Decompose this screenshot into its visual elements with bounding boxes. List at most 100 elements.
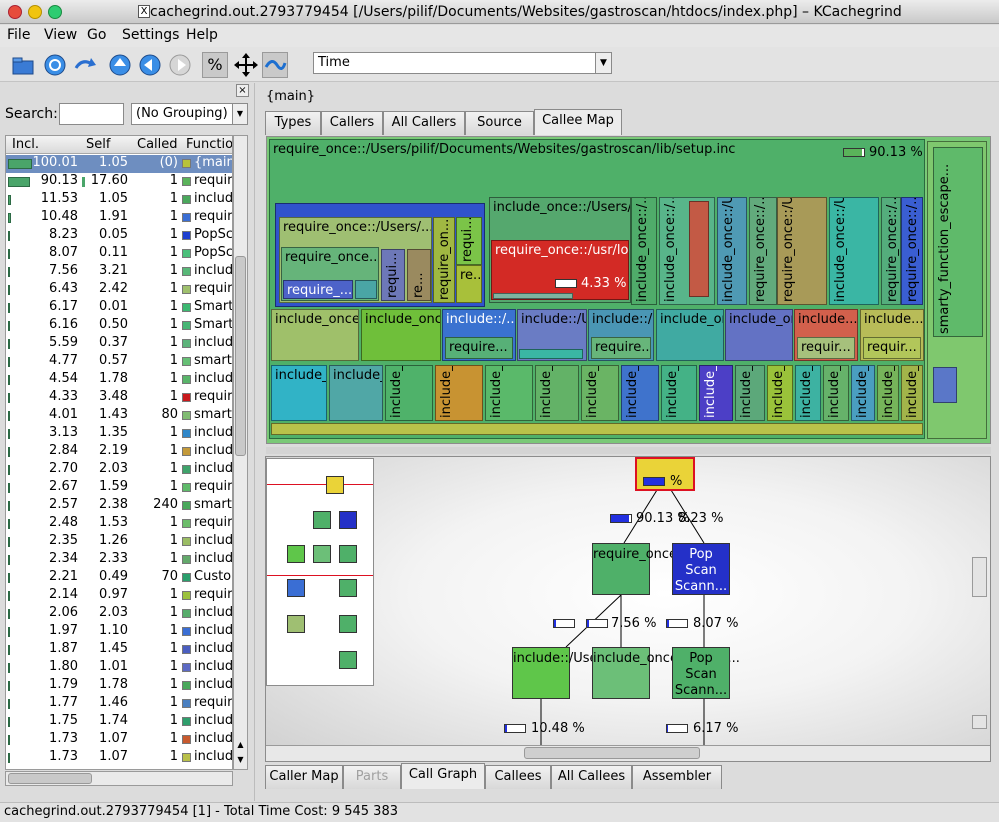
map-r2h-sub[interactable]: requir...: [797, 337, 855, 359]
graph-scroll-handle[interactable]: [972, 715, 987, 729]
callee-map[interactable]: require_once::/Users/pilif/Documents/Web…: [266, 136, 991, 444]
minimize-window-button[interactable]: [28, 5, 42, 19]
graph-vscroll[interactable]: [972, 557, 987, 597]
table-row[interactable]: 8.07 0.11 1 PopScan: [6, 245, 232, 263]
map-r3i[interactable]: include_: [661, 365, 697, 421]
map-r2a[interactable]: include_once::/Users/pilif/Documents...: [271, 309, 359, 361]
table-row[interactable]: 2.14 0.97 1 require_once: [6, 587, 232, 605]
map-r3f[interactable]: include_: [535, 365, 579, 421]
map-v7[interactable]: require_once::/...: [881, 197, 901, 305]
map-r3o[interactable]: include_: [851, 365, 875, 421]
tab-types[interactable]: Types: [265, 111, 321, 135]
map-block-require-blue[interactable]: require_...: [283, 280, 353, 299]
function-list-hscrollbar[interactable]: [5, 771, 233, 786]
col-self[interactable]: Self: [86, 137, 110, 152]
percent-icon[interactable]: %: [202, 52, 228, 78]
table-row[interactable]: 6.43 2.42 1 require_once: [6, 281, 232, 299]
map-r3n[interactable]: include_: [823, 365, 849, 421]
table-row[interactable]: 5.59 0.37 1 include_once: [6, 335, 232, 353]
map-block-require-on[interactable]: require_on...: [433, 217, 455, 303]
scroll-up-icon[interactable]: ▲: [234, 740, 247, 754]
table-row[interactable]: 2.06 2.03 1 include_once: [6, 605, 232, 623]
map-r3l[interactable]: include_: [767, 365, 793, 421]
map-block-req[interactable]: requi...: [456, 217, 482, 265]
zoom-window-button[interactable]: [48, 5, 62, 19]
scroll-thumb[interactable]: [8, 773, 92, 784]
menu-file[interactable]: File: [7, 27, 30, 43]
map-r2e-sub[interactable]: require...: [591, 337, 651, 359]
graph-hscroll[interactable]: [266, 745, 990, 761]
table-row[interactable]: 2.35 1.26 1 include_once: [6, 533, 232, 551]
map-r3a[interactable]: include_once::/Users/...: [271, 365, 327, 421]
table-row[interactable]: 1.75 1.74 1 include_once: [6, 713, 232, 731]
back-icon[interactable]: [138, 52, 164, 78]
map-r3k[interactable]: include_: [735, 365, 765, 421]
tab-callees[interactable]: Callees: [485, 765, 551, 789]
graph-overview[interactable]: [266, 458, 374, 686]
col-called[interactable]: Called: [137, 137, 178, 152]
tab-assembler[interactable]: Assembler: [632, 765, 722, 789]
map-r2i-sub[interactable]: requir...: [863, 337, 921, 359]
map-block-date[interactable]: require_once::/usr/local/lib/php/Date.ph…: [491, 240, 629, 300]
map-r3j[interactable]: include_: [699, 365, 733, 421]
up-icon[interactable]: [108, 52, 134, 78]
tab-call-graph[interactable]: Call Graph: [401, 763, 485, 789]
search-input[interactable]: [59, 103, 124, 125]
table-row[interactable]: 7.56 3.21 1 include_once: [6, 263, 232, 281]
map-r2f[interactable]: include_once::/Users/p...: [656, 309, 724, 361]
map-r3p[interactable]: include_: [877, 365, 899, 421]
menu-go[interactable]: Go: [87, 27, 106, 43]
tab-callers[interactable]: Callers: [321, 111, 383, 135]
table-row[interactable]: 1.80 1.01 1 include_once: [6, 659, 232, 677]
map-r2b[interactable]: include_once::/Users/pili...: [361, 309, 441, 361]
table-row[interactable]: 2.34 2.33 1 include_once: [6, 551, 232, 569]
cycle-icon[interactable]: [262, 52, 288, 78]
graph-node-popscan[interactable]: Pop Scan Scann...: [672, 543, 730, 595]
menu-help[interactable]: Help: [186, 27, 218, 43]
map-block-re[interactable]: re...: [407, 249, 431, 301]
table-row[interactable]: 4.33 3.48 1 require_once: [6, 389, 232, 407]
pane-splitter[interactable]: [266, 447, 991, 454]
map-v4[interactable]: require_once::/Users/pilif/Doc...: [777, 197, 827, 305]
map-r3c[interactable]: include_: [385, 365, 433, 421]
table-row[interactable]: 1.73 1.07 1 include_once: [6, 731, 232, 749]
map-r3e[interactable]: include_: [485, 365, 533, 421]
map-r3g[interactable]: include_: [581, 365, 619, 421]
redo-icon[interactable]: [72, 52, 98, 78]
table-row[interactable]: 1.87 1.45 1 include_once: [6, 641, 232, 659]
col-incl[interactable]: Incl.: [12, 137, 39, 152]
table-row[interactable]: 2.48 1.53 1 require_once: [6, 515, 232, 533]
table-row[interactable]: 4.54 1.78 1 include_once: [6, 371, 232, 389]
table-row[interactable]: 10.48 1.91 1 require_once: [6, 209, 232, 227]
forward-icon[interactable]: [168, 52, 194, 78]
event-type-select[interactable]: Time ▼: [313, 52, 612, 74]
map-v1[interactable]: include_once::/...: [631, 197, 657, 305]
table-row[interactable]: 2.67 1.59 1 require_once: [6, 479, 232, 497]
table-row[interactable]: 3.13 1.35 1 include_once: [6, 425, 232, 443]
close-window-button[interactable]: [8, 5, 22, 19]
map-v5[interactable]: include_once::/Users/pilif/Doc...: [829, 197, 879, 305]
table-row[interactable]: 100.01 1.05 (0) {main}: [6, 155, 232, 173]
reload-icon[interactable]: [42, 52, 68, 78]
table-row[interactable]: 1.97 1.10 1 include_once: [6, 623, 232, 641]
function-list-vscrollbar[interactable]: ▲ ▼: [233, 135, 248, 770]
table-row[interactable]: 8.23 0.05 1 PopScan: [6, 227, 232, 245]
map-smarty-escape[interactable]: smarty_function_escape...: [933, 147, 983, 337]
table-row[interactable]: 2.57 2.38 240 smarty: [6, 497, 232, 515]
table-row[interactable]: 4.01 1.43 80 smarty: [6, 407, 232, 425]
table-row[interactable]: 11.53 1.05 1 include_once: [6, 191, 232, 209]
table-row[interactable]: 1.73 1.07 1 include_once: [6, 749, 232, 767]
function-table[interactable]: Incl. Self Called Function 100.01 1.05 (0)…: [5, 135, 233, 770]
map-v3[interactable]: include_once::/Us...: [717, 197, 747, 305]
map-r3m[interactable]: include_: [795, 365, 821, 421]
tab-all-callees[interactable]: All Callees: [551, 765, 632, 789]
tab-callee-map[interactable]: Callee Map: [534, 109, 622, 135]
scroll-thumb[interactable]: [235, 256, 246, 456]
graph-node-require-once[interactable]: require_once::/Use...: [592, 543, 727, 595]
map-r3h[interactable]: include_: [621, 365, 659, 421]
tab-all-callers[interactable]: All Callers: [383, 111, 465, 135]
table-row[interactable]: 6.17 0.01 1 Smarty: [6, 299, 232, 317]
map-r3b[interactable]: include_once::/...: [329, 365, 383, 421]
table-row[interactable]: 4.77 0.57 1 smarty: [6, 353, 232, 371]
map-block-tiny[interactable]: [355, 280, 377, 299]
